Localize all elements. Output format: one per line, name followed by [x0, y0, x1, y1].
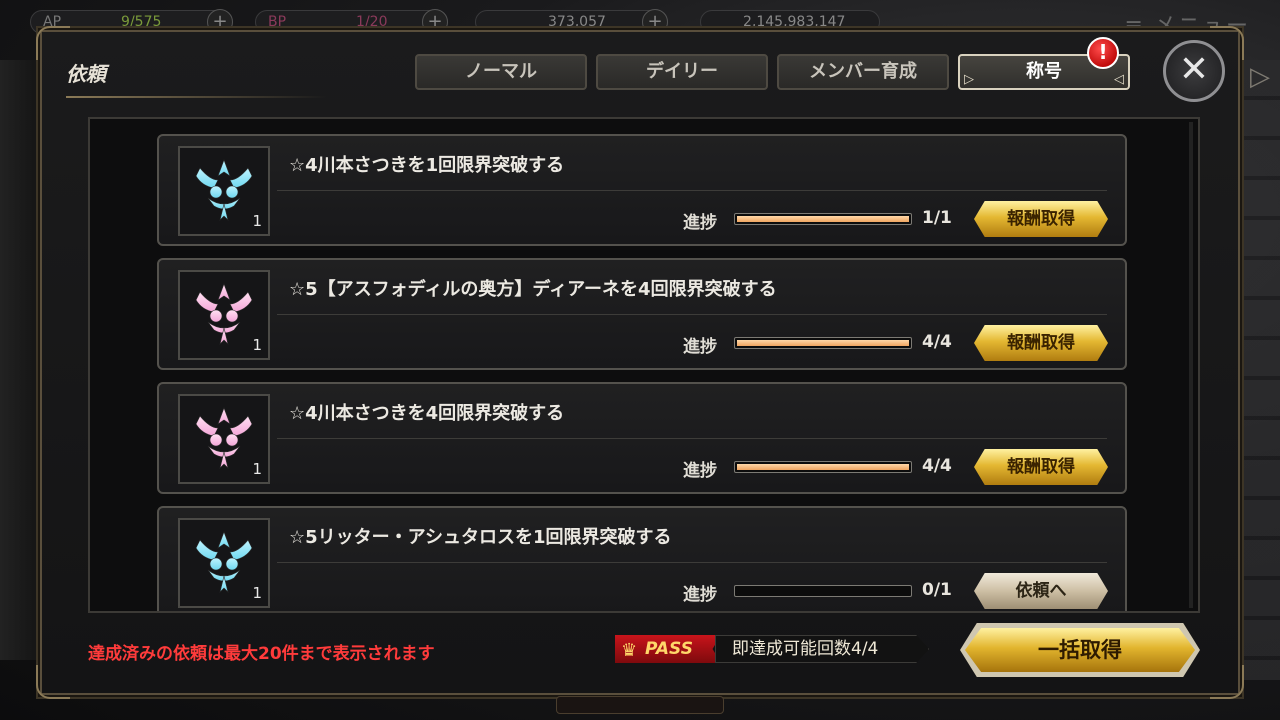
progress-value: 1/1 — [922, 208, 952, 228]
tab-daily[interactable]: デイリー — [596, 54, 768, 90]
bulk-claim-button[interactable]: 一括取得 — [965, 628, 1195, 672]
claim-reward-button[interactable]: 報酬取得 — [974, 449, 1108, 485]
completed-limit-notice: 達成済みの依頼は最大20件まで表示されます — [88, 644, 435, 664]
reward-icon-box: 1 — [178, 146, 270, 236]
tab-normal[interactable]: ノーマル — [415, 54, 587, 90]
ap-value: 9/575 — [121, 14, 162, 30]
alert-badge-icon: ! — [1087, 37, 1119, 69]
emblem-icon — [195, 407, 253, 469]
reward-icon-box: 1 — [178, 394, 270, 484]
progress-bar — [734, 461, 912, 473]
tab-arrow-left-icon: ▷ — [964, 72, 974, 87]
reward-icon-box: 1 — [178, 518, 270, 608]
pass-label: PASS — [645, 639, 693, 659]
emblem-icon — [195, 283, 253, 345]
background-right-edge — [1235, 60, 1280, 680]
tab-label: 称号 — [1026, 61, 1062, 82]
progress-bar — [734, 213, 912, 225]
progress-label: 進捗 — [683, 213, 717, 233]
background-left-edge — [0, 60, 40, 660]
tab-member-training[interactable]: メンバー育成 — [777, 54, 949, 90]
claim-reward-button[interactable]: 報酬取得 — [974, 325, 1108, 361]
progress-fill — [737, 340, 909, 346]
reward-count: 1 — [252, 212, 262, 230]
claim-reward-button[interactable]: 報酬取得 — [974, 201, 1108, 237]
progress-fill — [737, 464, 909, 470]
progress-bar — [734, 585, 912, 597]
progress-label: 進捗 — [683, 461, 717, 481]
card-divider — [277, 314, 1107, 315]
quest-card: 1 ☆5リッター・アシュタロスを1回限界突破する 進捗 0/1 依頼へ — [157, 506, 1127, 611]
progress-bar — [734, 337, 912, 349]
instant-complete-count: 即達成可能回数4/4 — [715, 635, 929, 663]
crown-icon: ♛ — [621, 640, 638, 661]
title-divider — [66, 96, 326, 98]
tab-label: ノーマル — [465, 61, 537, 82]
progress-fill — [737, 216, 909, 222]
reward-count: 1 — [252, 336, 262, 354]
progress-value: 4/4 — [922, 332, 952, 352]
reward-count: 1 — [252, 460, 262, 478]
chevron-right-icon[interactable]: ▷ — [1250, 62, 1270, 92]
quest-name: ☆5リッター・アシュタロスを1回限界突破する — [289, 527, 672, 548]
quest-card: 1 ☆4川本さつきを1回限界突破する 進捗 1/1 報酬取得 — [157, 134, 1127, 246]
gold-value: 2,145,983,147 — [743, 14, 846, 30]
bp-value: 1/20 — [356, 14, 388, 30]
top-resource-bar: AP 9/575 + BP 1/20 + 373,057 + 2,145,983… — [0, 0, 1280, 39]
progress-label: 進捗 — [683, 337, 717, 357]
reward-count: 1 — [252, 584, 262, 602]
frame-corner — [1210, 665, 1244, 699]
bp-label: BP — [268, 14, 287, 30]
list-scrollbar[interactable] — [1189, 122, 1193, 608]
quest-card: 1 ☆5【アスフォディルの奥方】ディアーネを4回限界突破する 進捗 4/4 報酬… — [157, 258, 1127, 370]
emblem-icon — [195, 159, 253, 221]
reward-icon-box: 1 — [178, 270, 270, 360]
card-divider — [277, 562, 1107, 563]
progress-label: 進捗 — [683, 585, 717, 605]
quest-name: ☆5【アスフォディルの奥方】ディアーネを4回限界突破する — [289, 279, 777, 300]
quest-name: ☆4川本さつきを1回限界突破する — [289, 155, 565, 176]
progress-value: 4/4 — [922, 456, 952, 476]
quest-name: ☆4川本さつきを4回限界突破する — [289, 403, 565, 424]
currency-value: 373,057 — [548, 14, 606, 30]
go-to-quest-button[interactable]: 依頼へ — [974, 573, 1108, 609]
frame-corner — [36, 26, 70, 60]
quest-card: 1 ☆4川本さつきを4回限界突破する 進捗 4/4 報酬取得 — [157, 382, 1127, 494]
card-divider — [277, 438, 1107, 439]
card-divider — [277, 190, 1107, 191]
progress-value: 0/1 — [922, 580, 952, 600]
tab-label: デイリー — [646, 61, 718, 82]
tab-label: メンバー育成 — [809, 61, 917, 82]
pass-badge: ♛ PASS — [615, 635, 721, 663]
pass-info: ♛ PASS 即達成可能回数4/4 — [615, 635, 929, 665]
frame-corner — [36, 665, 70, 699]
emblem-icon — [195, 531, 253, 593]
modal-title: 依頼 — [66, 62, 106, 86]
quest-list[interactable]: 1 ☆4川本さつきを1回限界突破する 進捗 1/1 報酬取得 1 ☆5【アスフォ… — [88, 117, 1200, 613]
close-button[interactable]: ✕ — [1163, 40, 1225, 102]
tab-arrow-right-icon: ◁ — [1114, 72, 1124, 87]
bottom-hidden-banner — [556, 696, 724, 714]
